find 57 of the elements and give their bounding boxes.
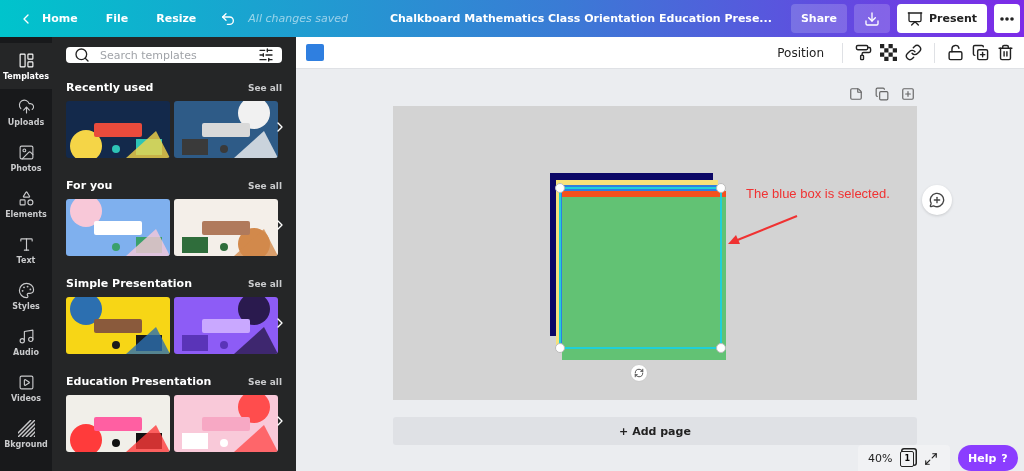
sidebar-tab[interactable]: Styles <box>0 273 52 319</box>
see-all-link[interactable]: See all <box>247 278 282 289</box>
zoom-level[interactable]: 40% <box>867 452 893 465</box>
image-icon <box>17 143 35 161</box>
rotate-handle[interactable] <box>630 364 648 382</box>
section-title: For you <box>66 179 113 192</box>
duplicate-icon[interactable] <box>970 42 991 63</box>
add-icon[interactable] <box>899 85 917 103</box>
annotation-text: The blue box is selected. <box>746 186 890 201</box>
section-title: Education Presentation <box>66 375 212 388</box>
paint-roller-icon[interactable] <box>853 42 874 63</box>
shapes-icon <box>17 189 35 207</box>
sidebar-tab[interactable]: Videos <box>0 365 52 411</box>
more-button[interactable] <box>994 4 1020 33</box>
search-field[interactable]: Search templates <box>66 47 282 63</box>
filter-icon[interactable] <box>258 47 274 63</box>
section-title: Simple Presentation <box>66 277 192 290</box>
note-icon[interactable] <box>847 85 865 103</box>
present-button[interactable]: Present <box>896 4 987 33</box>
presentation-icon <box>906 10 923 27</box>
sidebar-tab[interactable]: Text <box>0 227 52 273</box>
see-all-link[interactable]: See all <box>247 180 282 191</box>
music-icon <box>17 327 35 345</box>
unlock-icon[interactable] <box>945 42 966 63</box>
sidebar-tab[interactable]: Uploads <box>0 89 52 135</box>
copy-icon[interactable] <box>873 85 891 103</box>
color-swatch[interactable] <box>306 44 324 61</box>
section-title: Recently used <box>66 81 154 94</box>
see-all-link[interactable]: See all <box>247 82 282 93</box>
help-button[interactable]: Help ? <box>958 445 1018 471</box>
comment-plus-icon <box>929 192 945 208</box>
more-icon <box>1000 16 1014 21</box>
cloud-upload-icon <box>17 97 35 115</box>
position-button[interactable]: Position <box>769 41 832 64</box>
save-status: All changes saved <box>248 12 348 25</box>
link-icon[interactable] <box>903 42 924 63</box>
document-title[interactable]: Chalkboard Mathematics Class Orientation Education Prese... <box>389 12 772 25</box>
text-icon <box>17 235 35 253</box>
download-icon <box>863 10 880 27</box>
sidebar-tab[interactable]: Audio <box>0 319 52 365</box>
video-icon <box>17 373 35 391</box>
see-all-link[interactable]: See all <box>247 376 282 387</box>
sidebar-tab[interactable]: Bkground <box>0 411 52 457</box>
palette-icon <box>17 281 35 299</box>
arrow <box>727 214 799 246</box>
sidebar-tab[interactable]: Photos <box>0 135 52 181</box>
page-count-button[interactable]: 1 <box>900 450 915 467</box>
hatch-icon <box>17 419 35 437</box>
search-icon <box>74 47 90 63</box>
transparency-icon[interactable] <box>878 42 899 63</box>
download-button[interactable] <box>853 4 890 33</box>
share-button[interactable]: Share <box>790 4 847 33</box>
sidebar-tab[interactable]: Templates <box>0 43 52 89</box>
layout-icon <box>17 51 35 69</box>
comment-button[interactable] <box>922 185 952 215</box>
sidebar-tab[interactable]: Elements <box>0 181 52 227</box>
add-page-button[interactable]: + Add page <box>393 417 917 445</box>
